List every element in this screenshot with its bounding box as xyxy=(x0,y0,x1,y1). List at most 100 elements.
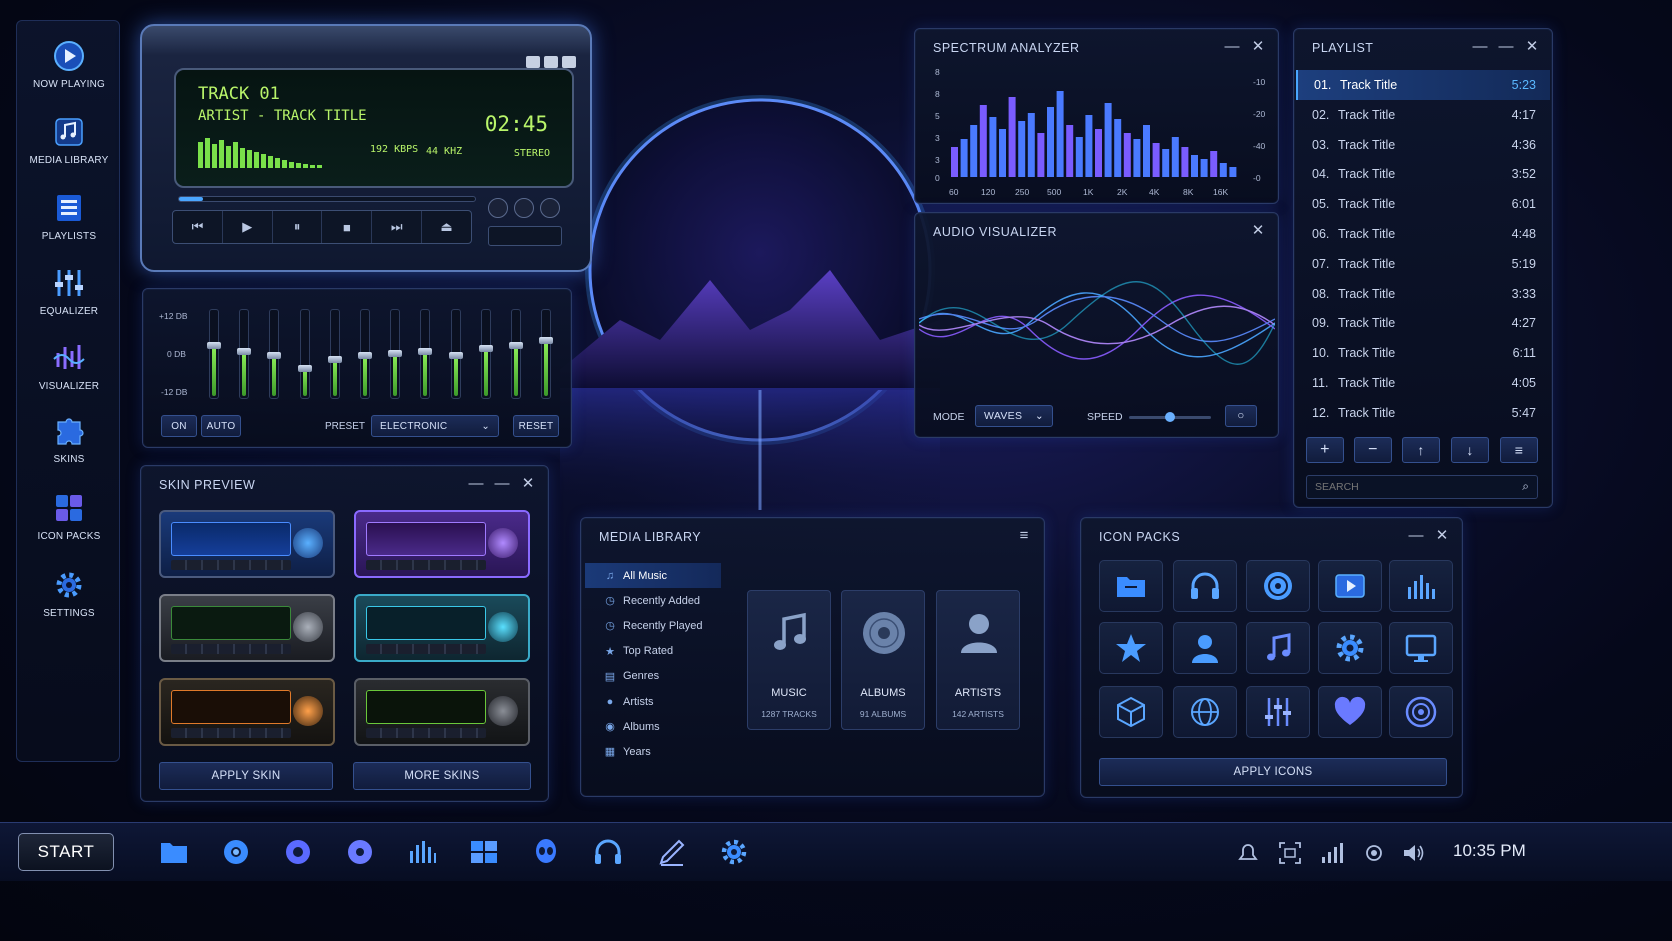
restore-icon[interactable]: — xyxy=(1498,38,1514,55)
playlist-track-row[interactable]: 10. Track Title 6:11 xyxy=(1296,338,1550,368)
playlist-track-row[interactable]: 09. Track Title 4:27 xyxy=(1296,308,1550,338)
eq-band-slider[interactable] xyxy=(358,309,372,399)
library-nav-item[interactable]: ▤ Genres xyxy=(585,664,721,689)
eq-band-slider[interactable] xyxy=(267,309,282,399)
search-icon[interactable]: ⌕ xyxy=(1522,479,1529,494)
taskbar-equalizer[interactable] xyxy=(404,835,440,869)
apply-skin-button[interactable]: APPLY SKIN xyxy=(159,762,333,790)
apply-icons-button[interactable]: APPLY ICONS xyxy=(1099,758,1447,786)
mode-select[interactable]: WAVES ⌄ xyxy=(975,405,1053,427)
icon-tile-video[interactable] xyxy=(1318,560,1382,612)
eq-band-knob[interactable] xyxy=(509,342,523,349)
menu-icon[interactable]: ≡ xyxy=(1016,527,1032,544)
library-nav-item[interactable]: ★ Top Rated xyxy=(585,639,721,664)
sidebar-item-icon-packs[interactable]: ICON PACKS xyxy=(17,491,121,557)
minimize-icon[interactable]: — xyxy=(1224,38,1240,55)
notification-icon[interactable] xyxy=(1234,839,1262,867)
eq-band-slider[interactable] xyxy=(509,309,523,399)
close-icon[interactable]: ✕ xyxy=(520,475,536,492)
eq-band-slider[interactable] xyxy=(207,309,221,399)
brightness-icon[interactable] xyxy=(1360,839,1388,867)
seek-bar[interactable] xyxy=(178,196,476,202)
icon-tile-headphones[interactable] xyxy=(1173,560,1237,612)
playlist-search[interactable]: ⌕ xyxy=(1306,475,1538,499)
taskbar-settings[interactable] xyxy=(716,835,752,869)
minimize-icon[interactable]: — xyxy=(1408,527,1424,544)
skin-thumb-orange[interactable] xyxy=(159,678,335,746)
taskbar-alien[interactable] xyxy=(528,835,564,869)
eq-band-knob[interactable] xyxy=(358,352,372,359)
minimize-icon[interactable]: — xyxy=(1472,38,1488,55)
eq-band-knob[interactable] xyxy=(327,356,342,363)
icon-tile-globe[interactable] xyxy=(1173,686,1237,738)
previous-button[interactable]: ⏮ xyxy=(173,211,223,243)
eject-button[interactable]: ⏏ xyxy=(422,211,471,243)
preset-select[interactable]: ELECTRONIC ⌄ xyxy=(371,415,499,437)
eq-band-slider[interactable] xyxy=(448,309,463,399)
next-button[interactable]: ⏭ xyxy=(372,211,423,243)
sidebar-item-now-playing[interactable]: NOW PLAYING xyxy=(17,39,121,105)
close-icon[interactable]: ✕ xyxy=(1434,527,1450,544)
icon-tile-monitor[interactable] xyxy=(1389,622,1453,674)
playlist-track-row[interactable]: 03. Track Title 4:36 xyxy=(1296,130,1550,160)
skin-thumb-blue[interactable] xyxy=(159,510,335,578)
library-card-albums[interactable]: ALBUMS 91 ALBUMS xyxy=(841,590,925,730)
eq-band-slider[interactable] xyxy=(539,309,554,399)
icon-tile-folder[interactable] xyxy=(1099,560,1163,612)
eq-band-knob[interactable] xyxy=(478,345,493,352)
signal-icon[interactable] xyxy=(1318,839,1346,867)
icon-tile-music[interactable] xyxy=(1246,622,1310,674)
move-down-button[interactable]: ↓ xyxy=(1451,437,1489,463)
sidebar-item-playlists[interactable]: PLAYLISTS xyxy=(17,191,121,257)
close-icon[interactable]: ✕ xyxy=(1250,222,1266,239)
maximize-icon[interactable] xyxy=(544,56,558,68)
library-nav-item[interactable]: ♫ All Music xyxy=(585,563,721,588)
skin-thumb-teal[interactable] xyxy=(354,594,530,662)
eq-band-knob[interactable] xyxy=(297,365,312,372)
search-input[interactable] xyxy=(1307,476,1507,498)
pause-button[interactable]: ⏸ xyxy=(273,211,323,243)
sidebar-item-media-library[interactable]: MEDIA LIBRARY xyxy=(17,115,121,181)
icon-tile-cube[interactable] xyxy=(1099,686,1163,738)
icon-tile-star[interactable] xyxy=(1099,622,1163,674)
eq-band-slider[interactable] xyxy=(327,309,342,399)
playlist-track-row[interactable]: 06. Track Title 4:48 xyxy=(1296,219,1550,249)
icon-tile-disc[interactable] xyxy=(1246,560,1310,612)
eq-band-knob[interactable] xyxy=(237,348,252,355)
playlist-track-row[interactable]: 01. Track Title 5:23 xyxy=(1296,70,1550,100)
taskbar-pen[interactable] xyxy=(654,835,690,869)
taskbar-windows[interactable] xyxy=(466,835,502,869)
sidebar-item-settings[interactable]: SETTINGS xyxy=(17,568,121,634)
playlist-track-row[interactable]: 04. Track Title 3:52 xyxy=(1296,159,1550,189)
stop-button[interactable]: ■ xyxy=(322,211,373,243)
minimize-icon[interactable]: — xyxy=(468,475,484,492)
eq-band-knob[interactable] xyxy=(267,352,282,359)
library-card-music[interactable]: MUSIC 1287 TRACKS xyxy=(747,590,831,730)
close-icon[interactable]: ✕ xyxy=(1524,38,1540,55)
minimize-icon[interactable] xyxy=(526,56,540,68)
eq-band-knob[interactable] xyxy=(207,342,221,349)
library-nav-item[interactable]: ◷ Recently Played xyxy=(585,613,721,638)
eq-band-slider[interactable] xyxy=(478,309,493,399)
icon-tile-user[interactable] xyxy=(1173,622,1237,674)
more-skins-button[interactable]: MORE SKINS xyxy=(353,762,531,790)
eq-band-knob[interactable] xyxy=(448,352,463,359)
mute-button[interactable] xyxy=(540,198,560,218)
icon-tile-gear[interactable] xyxy=(1318,622,1382,674)
playlist-track-row[interactable]: 08. Track Title 3:33 xyxy=(1296,279,1550,309)
playlist-track-row[interactable]: 11. Track Title 4:05 xyxy=(1296,368,1550,398)
library-card-artists[interactable]: ARTISTS 142 ARTISTS xyxy=(936,590,1020,730)
add-track-button[interactable]: + xyxy=(1306,437,1344,463)
eq-band-knob[interactable] xyxy=(539,337,554,344)
eq-on-button[interactable]: ON xyxy=(161,415,197,437)
playlist-track-row[interactable]: 12. Track Title 5:47 xyxy=(1296,398,1550,428)
close-icon[interactable]: ✕ xyxy=(1250,38,1266,55)
eq-reset-button[interactable]: RESET xyxy=(513,415,559,437)
eq-auto-button[interactable]: AUTO xyxy=(201,415,241,437)
close-icon[interactable] xyxy=(562,56,576,68)
eq-band-knob[interactable] xyxy=(388,350,403,357)
eq-band-knob[interactable] xyxy=(418,348,433,355)
shuffle-button[interactable] xyxy=(488,198,508,218)
sidebar-item-equalizer[interactable]: EQUALIZER xyxy=(17,266,121,332)
taskbar-browser[interactable] xyxy=(218,835,254,869)
